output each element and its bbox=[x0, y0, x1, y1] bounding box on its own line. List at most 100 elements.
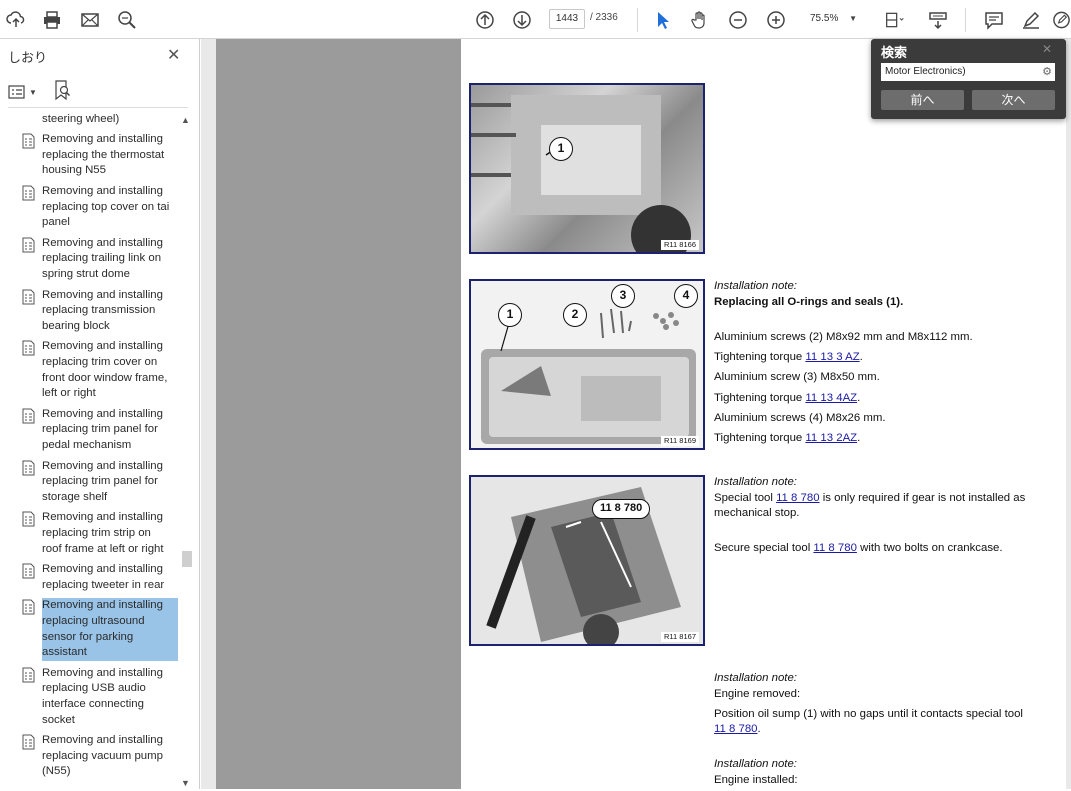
bookmark-label-line: Removing and installing bbox=[42, 236, 163, 249]
engine-tool-illustration bbox=[486, 487, 681, 644]
bookmark-item[interactable]: Removing and installing replacing USB aud… bbox=[0, 666, 178, 728]
bookmark-label-line: pedal mechanism bbox=[42, 438, 132, 451]
bookmark-icon bbox=[22, 289, 35, 305]
special-tool-link[interactable]: 11 8 780 bbox=[813, 542, 857, 554]
bookmark-item[interactable]: Removing and installing replacing transmi… bbox=[0, 288, 178, 335]
bookmark-item[interactable]: Removing and installing replacing trim pa… bbox=[0, 407, 178, 454]
bookmark-label-line: replacing trim panel for bbox=[42, 475, 158, 488]
bookmark-label-line: Removing and installing bbox=[42, 459, 163, 472]
bookmark-item[interactable]: Removing and installing replacing trailin… bbox=[0, 236, 178, 283]
document-viewer: 1 R11 8166 1 2 3 4 R11 8169 11 8 780 R11… bbox=[201, 39, 1071, 789]
bookmark-item[interactable]: Removing and installing replacing tweeter… bbox=[0, 562, 178, 593]
close-icon[interactable]: ✕ bbox=[1042, 42, 1052, 56]
o-ring-instruction: Replacing all O-rings and seals (1). bbox=[714, 296, 904, 308]
upload-icon[interactable] bbox=[4, 8, 28, 32]
special-tool-line: Special tool 11 8 780 is only required i… bbox=[714, 492, 1026, 504]
print-icon[interactable] bbox=[40, 8, 64, 32]
close-icon[interactable]: ✕ bbox=[167, 45, 180, 65]
next-result-button[interactable]: 次へ bbox=[972, 90, 1055, 110]
mail-icon[interactable] bbox=[78, 8, 102, 32]
scroll-up-icon[interactable]: ▲ bbox=[181, 115, 190, 125]
bookmark-label-line: left or right bbox=[42, 387, 96, 400]
bookmark-label: Removing and installing replacing transmi… bbox=[42, 288, 178, 335]
scrollbar-thumb[interactable] bbox=[182, 551, 192, 567]
bookmark-item[interactable]: Removing and installing replacing trim st… bbox=[0, 510, 178, 557]
bookmark-icon bbox=[22, 511, 35, 527]
bookmark-label-line: replacing trim panel for bbox=[42, 423, 158, 436]
bookmark-label-line: replacing tweeter in rear bbox=[42, 578, 165, 591]
search-panel: 検索 ✕ Motor Electronics) ⚙ 前へ 次へ bbox=[871, 39, 1066, 119]
scroll-down-icon[interactable]: ▼ bbox=[181, 778, 190, 788]
figure-oil-sump: 1 2 3 4 R11 8169 bbox=[469, 279, 705, 450]
bookmark-label-line: Removing and installing bbox=[42, 407, 163, 420]
bookmark-search-icon bbox=[55, 80, 71, 100]
find-bookmark-button[interactable] bbox=[54, 79, 72, 101]
bookmark-icon bbox=[22, 237, 35, 253]
bookmark-label: Removing and installing replacing the the… bbox=[42, 132, 178, 179]
bookmark-label: Removing and installing replacing trim pa… bbox=[42, 459, 178, 506]
bookmark-item[interactable]: Removing and installing replacing the the… bbox=[0, 132, 178, 179]
scroll-mode-icon[interactable] bbox=[926, 8, 950, 32]
bookmarks-panel: しおり ✕ ▼ o thermostat (in boardsteering w… bbox=[0, 39, 200, 789]
bookmark-item[interactable]: o thermostat (in boardsteering wheel) bbox=[0, 109, 178, 127]
special-tool-line-2: mechanical stop. bbox=[714, 507, 800, 519]
bookmark-options-button[interactable]: ▼ bbox=[8, 81, 37, 103]
bookmark-item[interactable]: Removing and installing replacing trim co… bbox=[0, 339, 178, 401]
next-page-icon[interactable] bbox=[510, 8, 534, 32]
torque-link[interactable]: 11 13 3 AZ bbox=[805, 351, 859, 363]
zoom-level-value: 75.5% bbox=[810, 13, 839, 24]
callout-1: 1 bbox=[498, 303, 522, 327]
bookmark-label-line: housing N55 bbox=[42, 164, 106, 177]
previous-result-button[interactable]: 前へ bbox=[881, 90, 964, 110]
bookmark-label: Removing and installing replacing trim co… bbox=[42, 339, 178, 401]
page-number-input[interactable]: 1443 bbox=[549, 9, 585, 29]
torque-link[interactable]: 11 13 4AZ bbox=[805, 392, 857, 404]
zoom-level-select[interactable]: 75.5% ▼ bbox=[805, 9, 861, 29]
bookmark-scrollbar[interactable]: ▲ ▼ bbox=[180, 115, 193, 791]
bookmark-label: Removing and installing replacing USB aud… bbox=[42, 666, 178, 728]
bookmark-label: Removing and installing replacing tweeter… bbox=[42, 562, 178, 593]
previous-page-icon[interactable] bbox=[473, 8, 497, 32]
special-tool-link[interactable]: 11 8 780 bbox=[714, 723, 758, 735]
bookmark-item[interactable]: Removing and installing replacing trim pa… bbox=[0, 459, 178, 506]
search-input-value: Motor Electronics) bbox=[885, 66, 966, 77]
bookmark-label-line: replacing USB audio bbox=[42, 682, 146, 695]
highlight-pen-icon[interactable] bbox=[1019, 8, 1043, 32]
bookmark-label-line: replacing the thermostat bbox=[42, 148, 165, 161]
bookmark-item[interactable]: Removing and installing replacing vacuum … bbox=[0, 733, 178, 780]
gear-icon[interactable]: ⚙ bbox=[1042, 63, 1052, 81]
bookmark-item[interactable]: Removing and installing replacing ultraso… bbox=[0, 598, 178, 661]
torque-link[interactable]: 11 13 2AZ bbox=[805, 432, 857, 444]
screw-spec: Aluminium screw (3) M8x50 mm. bbox=[714, 371, 880, 383]
tool-callout: 11 8 780 bbox=[592, 499, 651, 519]
special-tool-ref: 11 8 780. bbox=[714, 723, 761, 735]
bookmark-label-line: replacing trailing link on bbox=[42, 252, 162, 265]
bookmark-item[interactable]: Removing and installing replacing top cov… bbox=[0, 184, 178, 231]
special-tool-link[interactable]: 11 8 780 bbox=[776, 492, 820, 504]
bookmark-label-line: Removing and installing bbox=[42, 185, 163, 197]
draw-icon[interactable] bbox=[1052, 8, 1071, 32]
bookmark-icon bbox=[22, 563, 35, 579]
bookmark-label-line: steering wheel) bbox=[42, 112, 120, 125]
bookmark-label: o thermostat (in boardsteering wheel) bbox=[42, 109, 178, 127]
bookmark-label-line: replacing trim strip on bbox=[42, 526, 151, 539]
bookmark-label-line: front door window frame, bbox=[42, 371, 168, 384]
zoom-in-icon[interactable] bbox=[764, 8, 788, 32]
figure-code: R11 8166 bbox=[661, 240, 699, 250]
search-zoom-icon[interactable] bbox=[115, 8, 139, 32]
bookmark-icon bbox=[22, 599, 35, 615]
bookmark-label-line: Removing and installing bbox=[42, 133, 163, 146]
select-cursor-icon[interactable] bbox=[650, 8, 674, 32]
page-layout-icon[interactable] bbox=[880, 8, 910, 32]
zoom-out-icon[interactable] bbox=[726, 8, 750, 32]
hand-tool-icon[interactable] bbox=[688, 8, 712, 32]
screw-spec: Aluminium screws (4) M8x26 mm. bbox=[714, 412, 886, 424]
chevron-down-icon: ▼ bbox=[849, 14, 857, 23]
bookmark-label-line: replacing vacuum pump bbox=[42, 749, 163, 762]
search-input[interactable]: Motor Electronics) ⚙ bbox=[881, 63, 1055, 81]
bookmark-list: o thermostat (in boardsteering wheel) Rem… bbox=[0, 109, 178, 789]
bookmark-icon bbox=[22, 185, 35, 201]
bookmark-label-line: Removing and installing bbox=[42, 340, 163, 353]
bookmark-label-line: assistant bbox=[42, 646, 87, 659]
comment-icon[interactable] bbox=[982, 8, 1006, 32]
